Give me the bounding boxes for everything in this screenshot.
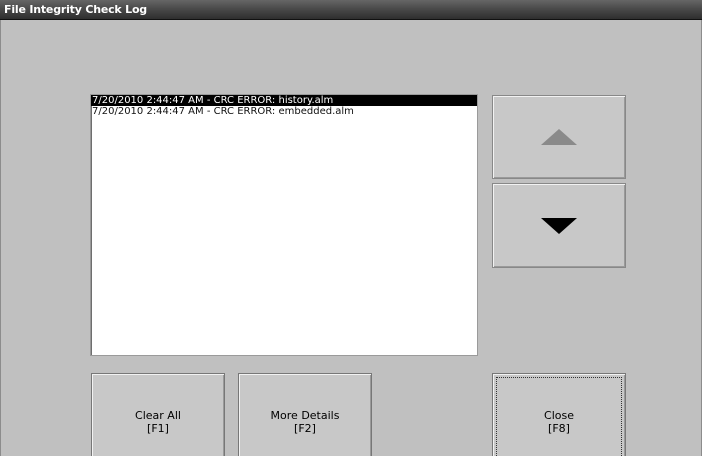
window-title: File Integrity Check Log xyxy=(4,3,147,16)
close-button[interactable]: Close [F8] xyxy=(492,373,626,456)
close-label: Close xyxy=(544,409,574,422)
more-details-label: More Details xyxy=(270,409,340,422)
close-key: [F8] xyxy=(548,422,570,435)
triangle-down-icon xyxy=(541,217,577,234)
scroll-down-button[interactable] xyxy=(492,183,626,268)
more-details-button[interactable]: More Details [F2] xyxy=(238,373,372,456)
more-details-key: [F2] xyxy=(294,422,316,435)
scroll-up-button[interactable] xyxy=(492,95,626,179)
log-entry-history[interactable]: 7/20/2010 2:44:47 AM - CRC ERROR: histor… xyxy=(91,95,477,106)
log-list[interactable]: 7/20/2010 2:44:47 AM - CRC ERROR: histor… xyxy=(90,94,478,356)
clear-all-button[interactable]: Clear All [F1] xyxy=(91,373,225,456)
title-bar: File Integrity Check Log xyxy=(0,0,702,20)
triangle-up-icon xyxy=(541,129,577,145)
clear-all-key: [F1] xyxy=(147,422,169,435)
log-entry-embedded[interactable]: 7/20/2010 2:44:47 AM - CRC ERROR: embedd… xyxy=(91,106,477,117)
clear-all-label: Clear All xyxy=(135,409,181,422)
